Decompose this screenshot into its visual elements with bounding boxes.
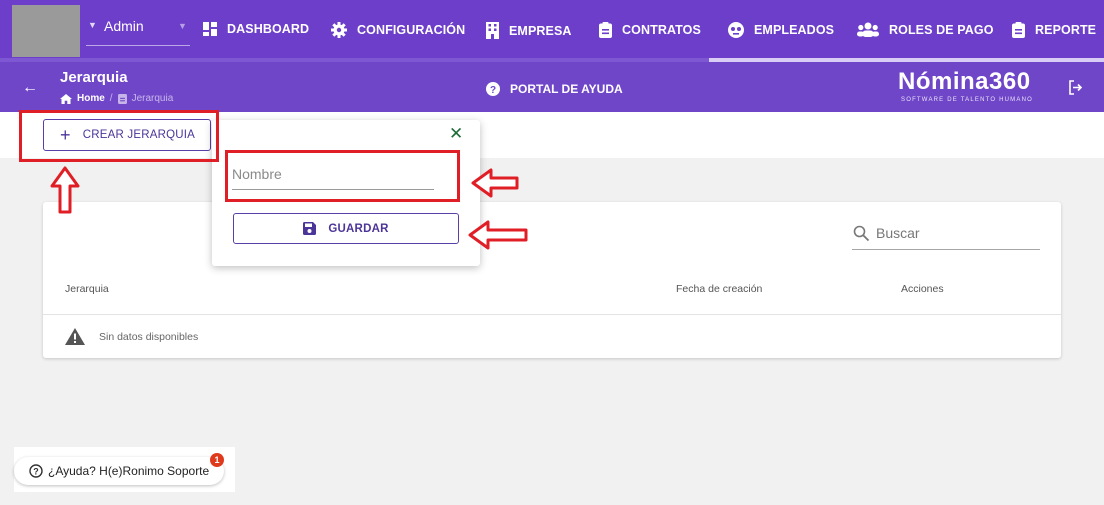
arrow-left-icon xyxy=(468,220,528,250)
help-chat-button[interactable]: ? ¿Ayuda? H(e)Ronimo Soporte xyxy=(14,457,224,485)
empty-state-text: Sin datos disponibles xyxy=(99,330,199,343)
clipboard-icon xyxy=(117,94,127,104)
arrow-left-icon xyxy=(471,168,519,198)
question-circle-icon: ? xyxy=(29,464,43,478)
save-button-label: GUARDAR xyxy=(328,222,389,235)
column-header-fecha[interactable]: Fecha de creación xyxy=(676,283,762,295)
save-button[interactable]: GUARDAR xyxy=(233,213,459,244)
nav-label: CONTRATOS xyxy=(622,23,701,37)
column-header-jerarquia[interactable]: Jerarquia xyxy=(65,283,109,295)
svg-text:?: ? xyxy=(33,467,39,477)
nav-label: CONFIGURACIÓN xyxy=(357,23,466,37)
dashboard-icon xyxy=(203,22,217,36)
brand-tagline: SOFTWARE DE TALENTO HUMANO xyxy=(901,97,1033,103)
nav-dashboard[interactable]: DASHBOARD xyxy=(203,22,309,36)
page-title: Jerarquia xyxy=(60,69,128,86)
nav-empresa[interactable]: EMPRESA xyxy=(486,22,572,39)
user-select[interactable]: ▼ Admin ▼ xyxy=(86,12,190,46)
notification-badge: 1 xyxy=(210,453,224,467)
search-label: Buscar xyxy=(876,225,920,241)
highlight-name-field xyxy=(225,150,460,202)
save-icon xyxy=(303,222,317,235)
nav-contratos[interactable]: CONTRATOS xyxy=(599,22,701,38)
back-arrow-icon[interactable]: ← xyxy=(22,79,38,97)
header-divider xyxy=(43,314,1061,315)
nav-reporte[interactable]: REPORTE xyxy=(1012,22,1096,38)
help-portal-link[interactable]: ? PORTAL DE AYUDA xyxy=(486,82,623,96)
caret-down-icon: ▼ xyxy=(88,20,97,30)
breadcrumb-home[interactable]: Home xyxy=(77,93,105,104)
close-icon[interactable]: ✕ xyxy=(449,124,463,144)
nav-label: DASHBOARD xyxy=(227,22,310,36)
data-table-card: Buscar Jerarquia Fecha de creación Accio… xyxy=(43,202,1061,358)
brand-name: Nómina360 xyxy=(898,68,1031,95)
nav-roles-de-pago[interactable]: ROLES DE PAGO xyxy=(857,22,994,37)
svg-text:?: ? xyxy=(490,85,496,96)
chevron-down-icon: ▼ xyxy=(178,21,187,31)
home-icon[interactable] xyxy=(60,93,72,104)
building-icon xyxy=(486,22,499,39)
clipboard-icon xyxy=(599,22,612,38)
gear-icon xyxy=(331,22,347,38)
nav-label: EMPLEADOS xyxy=(754,23,835,37)
column-header-acciones: Acciones xyxy=(901,283,944,295)
top-navbar: ▼ Admin ▼ DASHBOARD CONFIGURACIÓN EMPRES… xyxy=(0,0,1104,62)
user-name: Admin xyxy=(104,18,144,34)
nav-configuracion[interactable]: CONFIGURACIÓN xyxy=(331,22,465,38)
help-widget: ? ¿Ayuda? H(e)Ronimo Soporte 1 xyxy=(14,447,235,492)
breadcrumb-current: Jerarquia xyxy=(131,93,174,104)
warning-icon xyxy=(65,328,85,345)
clipboard-icon xyxy=(1012,22,1025,38)
avatar[interactable] xyxy=(12,5,80,57)
question-circle-icon: ? xyxy=(486,82,500,96)
breadcrumb: Home / Jerarquia xyxy=(60,93,173,104)
users-icon xyxy=(857,22,879,37)
nav-label: REPORTE xyxy=(1035,23,1097,37)
highlight-create-button xyxy=(19,110,219,162)
help-chat-label: ¿Ayuda? H(e)Ronimo Soporte xyxy=(48,464,210,478)
nav-empleados[interactable]: EMPLEADOS xyxy=(728,22,834,38)
page-header: ← Jerarquia Home / Jerarquia ? PORTAL DE… xyxy=(0,62,1104,112)
brand-logo: Nómina360 SOFTWARE DE TALENTO HUMANO xyxy=(898,66,1058,108)
logout-icon[interactable] xyxy=(1068,80,1083,95)
nav-label: ROLES DE PAGO xyxy=(889,22,994,37)
breadcrumb-separator: / xyxy=(109,93,113,104)
nav-label: EMPRESA xyxy=(509,23,572,38)
search-icon xyxy=(853,225,870,242)
search-field[interactable]: Buscar xyxy=(852,222,1040,250)
globe-icon xyxy=(728,22,744,38)
arrow-up-icon xyxy=(50,166,80,214)
empty-state: Sin datos disponibles xyxy=(65,328,198,345)
help-portal-label: PORTAL DE AYUDA xyxy=(510,82,623,96)
